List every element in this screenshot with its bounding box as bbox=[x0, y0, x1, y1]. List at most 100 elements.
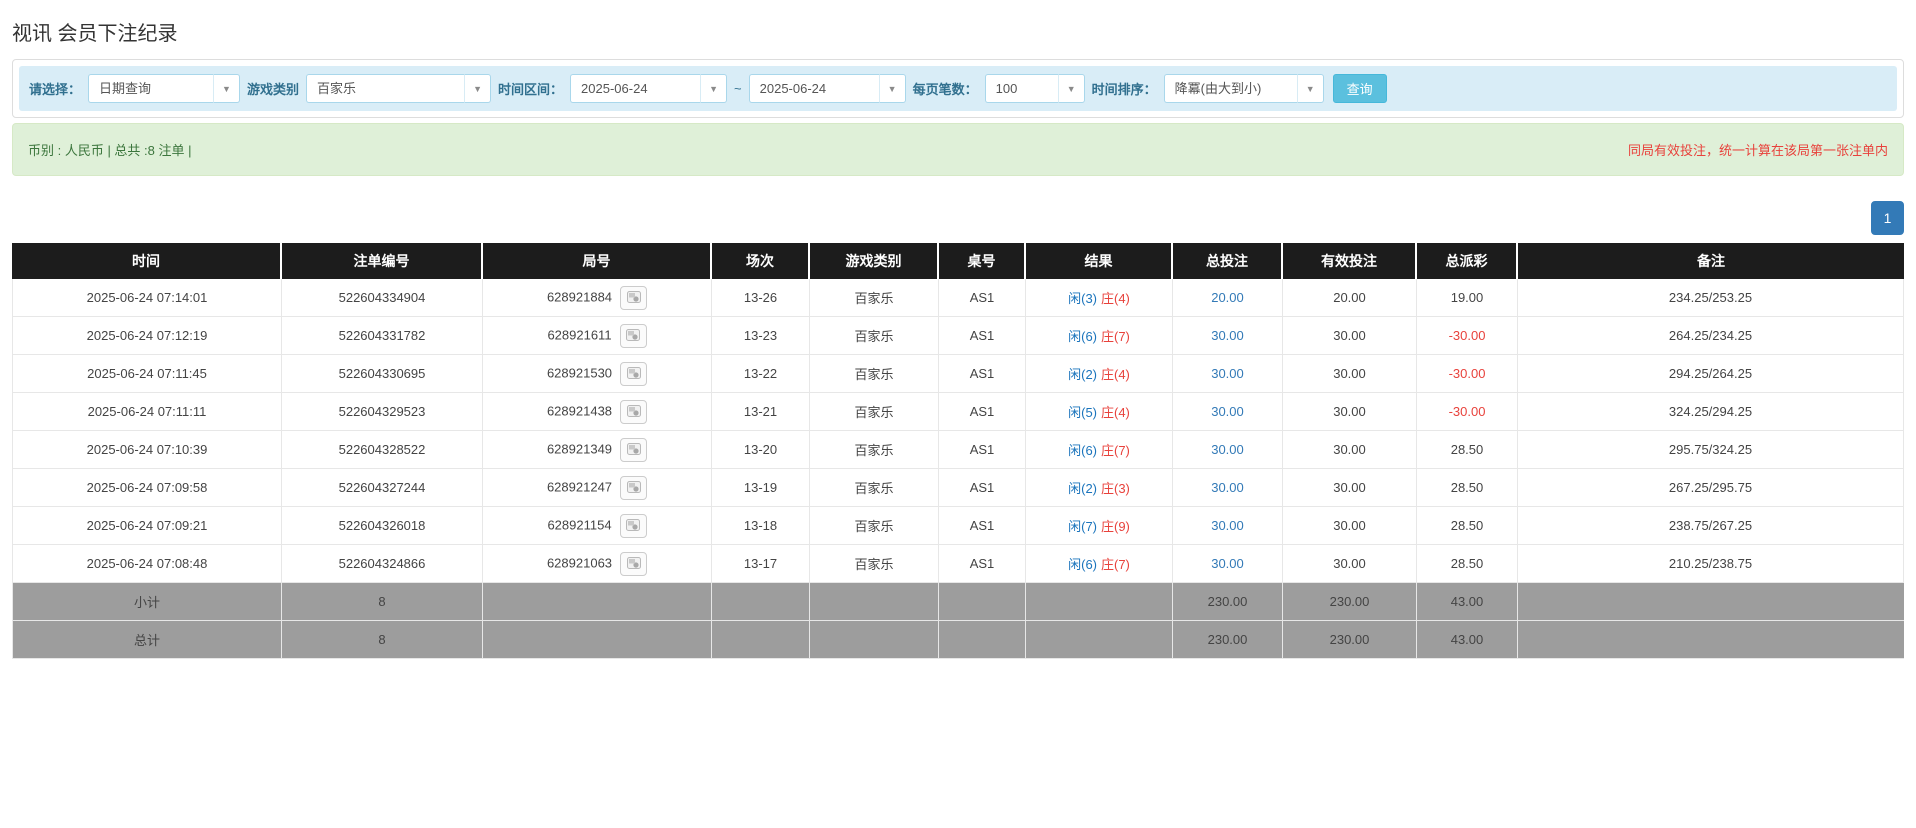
cell-note: 234.25/253.25 bbox=[1518, 279, 1904, 317]
total-bet-link[interactable]: 30.00 bbox=[1211, 404, 1244, 419]
cell-empty bbox=[1518, 621, 1904, 659]
search-button[interactable]: 查询 bbox=[1332, 74, 1387, 103]
cell-session: 13-19 bbox=[712, 469, 810, 507]
replay-video-icon[interactable] bbox=[620, 551, 648, 576]
date-from-value: 2025-06-24 bbox=[570, 74, 701, 103]
cell-time: 2025-06-24 07:10:39 bbox=[12, 431, 282, 469]
cell-game-type: 百家乐 bbox=[810, 431, 939, 469]
header-result: 结果 bbox=[1026, 243, 1173, 279]
cell-valid-bet: 30.00 bbox=[1283, 469, 1417, 507]
table-row: 2025-06-24 07:09:21 522604326018 6289211… bbox=[12, 507, 1904, 545]
page-1-button[interactable]: 1 bbox=[1871, 201, 1904, 235]
cell-total-bet: 30.00 bbox=[1173, 431, 1283, 469]
replay-video-icon[interactable] bbox=[620, 361, 648, 386]
cell-empty bbox=[483, 583, 712, 621]
cell-total-bet: 30.00 bbox=[1173, 469, 1283, 507]
cell-table-no: AS1 bbox=[939, 317, 1026, 355]
total-bet-link[interactable]: 30.00 bbox=[1211, 442, 1244, 457]
payout-value: 28.50 bbox=[1450, 556, 1484, 571]
time-sort-select[interactable]: 降冪(由大到小) ▼ bbox=[1163, 74, 1324, 103]
banker-result: 庄(4) bbox=[1101, 291, 1130, 306]
date-range-separator: ~ bbox=[734, 81, 742, 96]
banker-result: 庄(4) bbox=[1101, 367, 1130, 382]
query-type-value: 日期查询 bbox=[88, 74, 214, 103]
cell-result: 闲(6) 庄(7) bbox=[1026, 317, 1173, 355]
total-bet-link[interactable]: 20.00 bbox=[1211, 290, 1244, 305]
replay-video-icon[interactable] bbox=[619, 323, 647, 348]
cell-empty bbox=[483, 621, 712, 659]
cell-game-type: 百家乐 bbox=[810, 317, 939, 355]
player-result: 闲(3) bbox=[1068, 291, 1097, 306]
cell-session: 13-21 bbox=[712, 393, 810, 431]
table-row: 2025-06-24 07:11:45 522604330695 6289215… bbox=[12, 355, 1904, 393]
replay-video-icon[interactable] bbox=[620, 285, 648, 310]
cell-payout: 28.50 bbox=[1417, 507, 1518, 545]
cell-payout: 28.50 bbox=[1417, 431, 1518, 469]
header-table-no: 桌号 bbox=[939, 243, 1026, 279]
payout-value: -30.00 bbox=[1448, 328, 1486, 343]
filter-bar: 请选择： 日期查询 ▼ 游戏类别 百家乐 ▼ 时间区间： 2025-06-24 … bbox=[19, 66, 1897, 111]
cell-empty bbox=[1518, 583, 1904, 621]
pagination: 1 bbox=[12, 201, 1904, 235]
header-game-type: 游戏类别 bbox=[810, 243, 939, 279]
cell-empty bbox=[939, 621, 1026, 659]
cell-result: 闲(7) 庄(9) bbox=[1026, 507, 1173, 545]
chevron-down-icon: ▼ bbox=[1296, 74, 1324, 103]
replay-video-icon[interactable] bbox=[620, 437, 648, 462]
cell-game-type: 百家乐 bbox=[810, 393, 939, 431]
total-valid-bet: 230.00 bbox=[1283, 621, 1417, 659]
cell-valid-bet: 20.00 bbox=[1283, 279, 1417, 317]
cell-empty bbox=[1026, 621, 1173, 659]
payout-value: 19.00 bbox=[1450, 290, 1484, 305]
cell-time: 2025-06-24 07:09:21 bbox=[12, 507, 282, 545]
cell-empty bbox=[810, 583, 939, 621]
round-id-text: 628921063 bbox=[546, 554, 613, 570]
game-type-select[interactable]: 百家乐 ▼ bbox=[306, 74, 492, 103]
player-result: 闲(7) bbox=[1068, 519, 1097, 534]
total-bet-link[interactable]: 30.00 bbox=[1211, 366, 1244, 381]
cell-session: 13-17 bbox=[712, 545, 810, 583]
total-bet-link[interactable]: 30.00 bbox=[1211, 328, 1244, 343]
payout-value: -30.00 bbox=[1448, 366, 1486, 381]
date-to-select[interactable]: 2025-06-24 ▼ bbox=[748, 74, 906, 103]
cell-valid-bet: 30.00 bbox=[1283, 545, 1417, 583]
chevron-down-icon: ▼ bbox=[878, 74, 906, 103]
page-size-select[interactable]: 100 ▼ bbox=[984, 74, 1085, 103]
cell-bet-id: 522604326018 bbox=[282, 507, 483, 545]
date-from-select[interactable]: 2025-06-24 ▼ bbox=[570, 74, 728, 103]
cell-result: 闲(6) 庄(7) bbox=[1026, 545, 1173, 583]
banker-result: 庄(7) bbox=[1101, 557, 1130, 572]
replay-video-icon[interactable] bbox=[619, 513, 647, 538]
total-row: 总计 8 230.00 230.00 43.00 bbox=[12, 621, 1904, 659]
round-id-text: 628921247 bbox=[546, 478, 613, 494]
cell-time: 2025-06-24 07:08:48 bbox=[12, 545, 282, 583]
cell-bet-id: 522604330695 bbox=[282, 355, 483, 393]
cell-round-id: 628921611 bbox=[483, 317, 712, 355]
total-bet-link[interactable]: 30.00 bbox=[1211, 556, 1244, 571]
subtotal-row: 小计 8 230.00 230.00 43.00 bbox=[12, 583, 1904, 621]
header-round-id: 局号 bbox=[483, 243, 712, 279]
round-id-text: 628921530 bbox=[546, 364, 613, 380]
banker-result: 庄(4) bbox=[1101, 405, 1130, 420]
round-id-text: 628921884 bbox=[546, 288, 613, 304]
cell-game-type: 百家乐 bbox=[810, 355, 939, 393]
date-range-label: 时间区间： bbox=[498, 82, 564, 97]
cell-valid-bet: 30.00 bbox=[1283, 431, 1417, 469]
query-type-select[interactable]: 日期查询 ▼ bbox=[88, 74, 241, 103]
filter-panel: 请选择： 日期查询 ▼ 游戏类别 百家乐 ▼ 时间区间： 2025-06-24 … bbox=[12, 59, 1904, 118]
cell-empty bbox=[712, 621, 810, 659]
round-id-text: 628921438 bbox=[546, 402, 613, 418]
cell-payout: 28.50 bbox=[1417, 469, 1518, 507]
replay-video-icon[interactable] bbox=[620, 475, 648, 500]
cell-table-no: AS1 bbox=[939, 279, 1026, 317]
cell-bet-id: 522604331782 bbox=[282, 317, 483, 355]
header-valid-bet: 有效投注 bbox=[1283, 243, 1417, 279]
cell-note: 324.25/294.25 bbox=[1518, 393, 1904, 431]
cell-result: 闲(6) 庄(7) bbox=[1026, 431, 1173, 469]
cell-result: 闲(5) 庄(4) bbox=[1026, 393, 1173, 431]
total-bet-link[interactable]: 30.00 bbox=[1211, 518, 1244, 533]
player-result: 闲(6) bbox=[1068, 443, 1097, 458]
replay-video-icon[interactable] bbox=[620, 399, 648, 424]
payout-value: 28.50 bbox=[1450, 480, 1484, 495]
total-bet-link[interactable]: 30.00 bbox=[1211, 480, 1244, 495]
